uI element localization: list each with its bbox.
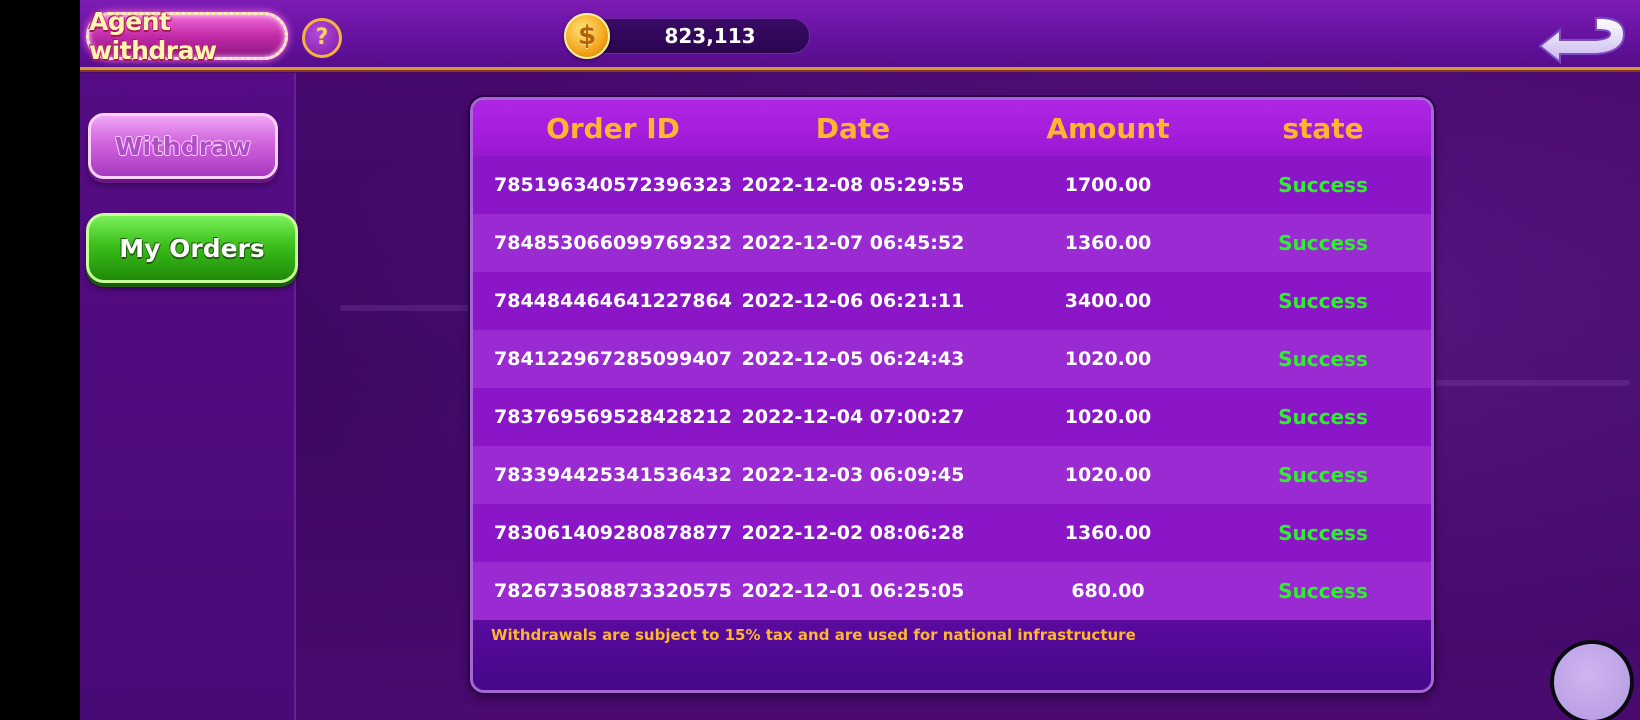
orders-table: Order ID Date Amount state 7851963405723… (470, 97, 1434, 693)
state-cell: Success (1278, 289, 1368, 313)
date-cell: 2022-12-05 06:24:43 (741, 348, 965, 370)
order-id-cell: 783061409280878877 (494, 522, 732, 544)
page-title: Agent withdraw (89, 7, 217, 65)
amount-cell: 1360.00 (1064, 522, 1152, 544)
order-id-cell: 783394425341536432 (494, 464, 732, 486)
table-row: 784484464641227864 2022-12-06 06:21:11 3… (473, 272, 1431, 330)
amount-cell: 1020.00 (1064, 406, 1152, 428)
table-row: 784853066099769232 2022-12-07 06:45:52 1… (473, 214, 1431, 272)
table-row: 783769569528428212 2022-12-04 07:00:27 1… (473, 388, 1431, 446)
amount-cell: 1700.00 (1064, 174, 1152, 196)
table-row: 783061409280878877 2022-12-02 08:06:28 1… (473, 504, 1431, 562)
state-cell: Success (1278, 231, 1368, 255)
balance-value: 823,113 (664, 24, 756, 48)
date-cell: 2022-12-01 06:25:05 (741, 580, 965, 602)
date-cell: 2022-12-08 05:29:55 (741, 174, 965, 196)
my-orders-tab-button[interactable]: My Orders (86, 213, 298, 283)
order-id-cell: 784484464641227864 (494, 290, 732, 312)
amount-cell: 680.00 (1071, 580, 1145, 602)
amount-cell: 1360.00 (1064, 232, 1152, 254)
coin-icon: $ (564, 13, 610, 59)
column-header-date: Date (815, 112, 891, 145)
background-streak (1410, 380, 1630, 386)
state-cell: Success (1278, 463, 1368, 487)
column-header-amount: Amount (1046, 112, 1170, 145)
date-cell: 2022-12-06 06:21:11 (741, 290, 965, 312)
date-cell: 2022-12-04 07:00:27 (741, 406, 965, 428)
table-row: 784122967285099407 2022-12-05 06:24:43 1… (473, 330, 1431, 388)
column-header-order-id: Order ID (546, 112, 680, 145)
tax-notice: Withdrawals are subject to 15% tax and a… (491, 626, 1136, 644)
dollar-sign-glyph: $ (577, 21, 597, 51)
title-sign: Agent withdraw (86, 7, 288, 65)
back-button[interactable] (1538, 8, 1628, 65)
state-cell: Success (1278, 173, 1368, 197)
date-cell: 2022-12-02 08:06:28 (741, 522, 965, 544)
table-row: 785196340572396323 2022-12-08 05:29:55 1… (473, 156, 1431, 214)
table-row: 782673508873320575 2022-12-01 06:25:05 6… (473, 562, 1431, 620)
state-cell: Success (1278, 347, 1368, 371)
order-id-cell: 784122967285099407 (494, 348, 732, 370)
order-id-cell: 784853066099769232 (494, 232, 732, 254)
date-cell: 2022-12-03 06:09:45 (741, 464, 965, 486)
order-id-cell: 782673508873320575 (494, 580, 732, 602)
top-bar: Agent withdraw ? $ 823,113 (80, 0, 1640, 70)
order-id-cell: 785196340572396323 (494, 174, 732, 196)
floating-assist-button[interactable] (1550, 640, 1634, 720)
state-cell: Success (1278, 521, 1368, 545)
help-button[interactable]: ? (302, 18, 342, 58)
order-id-cell: 783769569528428212 (494, 406, 732, 428)
state-cell: Success (1278, 579, 1368, 603)
game-screen: Agent withdraw ? $ 823,113 Withdraw My O… (80, 0, 1640, 720)
withdraw-tab-button[interactable]: Withdraw (88, 113, 278, 179)
amount-cell: 1020.00 (1064, 348, 1152, 370)
date-cell: 2022-12-07 06:45:52 (741, 232, 965, 254)
table-row: 783394425341536432 2022-12-03 06:09:45 1… (473, 446, 1431, 504)
question-mark-icon: ? (315, 25, 329, 50)
back-arrow-icon (1538, 17, 1626, 65)
column-header-state: state (1282, 112, 1364, 145)
state-cell: Success (1278, 405, 1368, 429)
table-header: Order ID Date Amount state (473, 100, 1431, 156)
amount-cell: 3400.00 (1064, 290, 1152, 312)
amount-cell: 1020.00 (1064, 464, 1152, 486)
sidebar: Withdraw My Orders (80, 73, 298, 720)
